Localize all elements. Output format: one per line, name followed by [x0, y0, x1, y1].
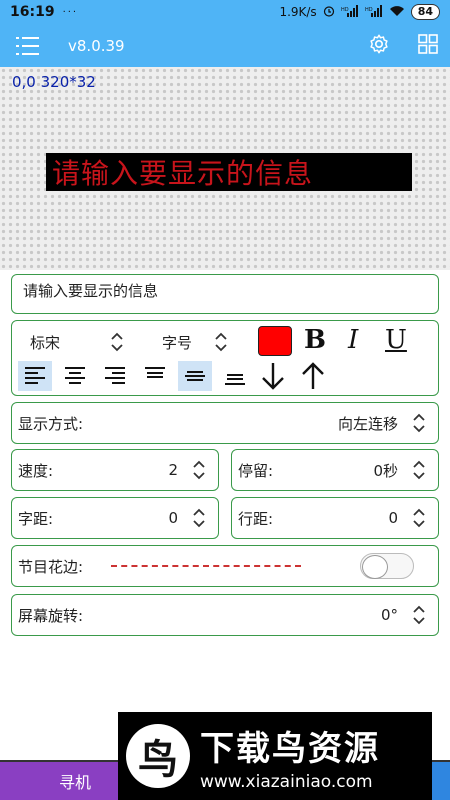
align-middle-icon[interactable] — [178, 361, 212, 391]
text-style-panel: 标宋 字号 B I U — [11, 320, 439, 396]
battery-icon: 84 — [410, 4, 440, 20]
chevron-updown-icon — [110, 332, 124, 352]
program-border-label: 节目花边: — [18, 557, 84, 576]
font-family-select[interactable]: 标宋 — [30, 327, 124, 357]
notification-dots-icon: ··· — [62, 6, 79, 18]
signal-hd-icon: HD — [365, 4, 383, 20]
align-top-icon[interactable] — [138, 361, 172, 391]
line-spacing-select[interactable]: 行距: 0 — [231, 497, 439, 539]
chevron-updown-icon — [412, 605, 426, 625]
svg-text:HD: HD — [341, 7, 349, 13]
network-speed: 1.9K/s — [279, 5, 317, 19]
chevron-updown-icon — [192, 508, 206, 528]
program-border-toggle[interactable] — [360, 553, 414, 579]
watermark-url: www.xiazainiao.com — [200, 771, 373, 792]
app-version: v8.0.39 — [68, 36, 125, 55]
watermark-title: 下载鸟资源 — [200, 728, 380, 769]
chevron-updown-icon — [412, 460, 426, 480]
line-spacing-value: 0 — [388, 509, 398, 527]
screen-rotation-select[interactable]: 屏幕旋转: 0° — [11, 594, 439, 636]
status-time: 16:19 — [10, 4, 55, 20]
chevron-updown-icon — [412, 508, 426, 528]
wifi-icon — [389, 5, 405, 20]
alarm-icon — [323, 5, 335, 20]
font-size-select[interactable]: 字号 — [162, 327, 228, 357]
alignment-toolbar — [16, 361, 436, 393]
stay-label: 停留: — [238, 461, 274, 480]
border-preview-line — [111, 565, 302, 567]
display-mode-value: 向左连移 — [337, 414, 398, 433]
align-center-icon[interactable] — [58, 361, 92, 391]
screen-rotation-label: 屏幕旋转: — [18, 606, 84, 625]
led-display-panel[interactable]: 请输入要显示的信息 — [46, 153, 412, 191]
arrow-down-icon[interactable] — [256, 361, 290, 391]
screen-rotation-value: 0° — [380, 606, 398, 624]
align-left-icon[interactable] — [18, 361, 52, 391]
app-toolbar: v8.0.39 — [0, 24, 450, 67]
align-bottom-icon[interactable] — [218, 361, 252, 391]
char-spacing-label: 字距: — [18, 509, 54, 528]
watermark-overlay: 鸟 下载鸟资源 www.xiazainiao.com — [118, 712, 432, 800]
signal-hd-icon: HD — [341, 4, 359, 20]
font-family-value: 标宋 — [30, 333, 61, 352]
message-input[interactable]: 请输入要显示的信息 — [11, 274, 439, 314]
italic-button[interactable]: I — [348, 325, 358, 355]
menu-icon[interactable] — [16, 36, 40, 55]
chevron-updown-icon — [412, 413, 426, 433]
status-bar: 16:19 ··· 1.9K/s HD HD 84 — [0, 0, 450, 24]
grid-icon[interactable] — [418, 33, 438, 58]
settings-gear-icon[interactable] — [368, 33, 390, 59]
arrow-up-icon[interactable] — [296, 361, 330, 391]
display-mode-select[interactable]: 显示方式: 向左连移 — [11, 402, 439, 444]
preview-coords: 0,0 320*32 — [12, 73, 96, 91]
underline-button[interactable]: U — [385, 325, 407, 355]
led-text: 请输入要显示的信息 — [52, 157, 314, 190]
align-right-icon[interactable] — [98, 361, 132, 391]
speed-value: 2 — [168, 461, 178, 479]
stay-select[interactable]: 停留: 0秒 — [231, 449, 439, 491]
program-border-row: 节目花边: — [11, 545, 439, 587]
speed-label: 速度: — [18, 461, 54, 480]
chevron-updown-icon — [192, 460, 206, 480]
speed-select[interactable]: 速度: 2 — [11, 449, 219, 491]
char-spacing-value: 0 — [168, 509, 178, 527]
chevron-updown-icon — [214, 332, 228, 352]
display-mode-label: 显示方式: — [18, 414, 84, 433]
line-spacing-label: 行距: — [238, 509, 274, 528]
char-spacing-select[interactable]: 字距: 0 — [11, 497, 219, 539]
stay-value: 0秒 — [373, 461, 398, 480]
text-color-swatch[interactable] — [258, 326, 292, 356]
bird-logo-icon: 鸟 — [126, 724, 190, 788]
svg-text:HD: HD — [365, 7, 373, 13]
bold-button[interactable]: B — [304, 325, 326, 355]
font-size-label: 字号 — [162, 333, 193, 352]
